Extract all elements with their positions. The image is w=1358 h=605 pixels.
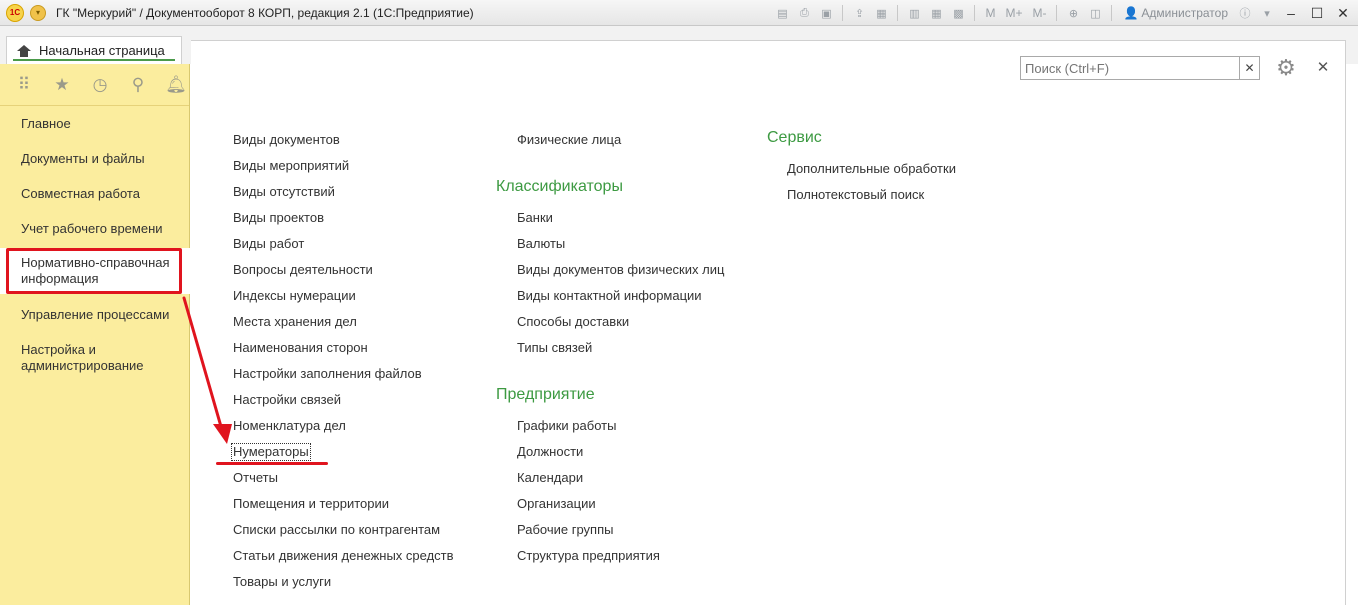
tab-home-label: Начальная страница xyxy=(39,43,165,58)
spreadsheet-icon[interactable]: ▥ xyxy=(905,4,923,22)
link-item[interactable]: Номенклатура дел xyxy=(233,418,346,434)
memory-plus-button[interactable]: M+ xyxy=(1002,6,1025,20)
section-collaboration[interactable]: Совместная работа xyxy=(0,186,190,202)
section-administration[interactable]: Настройка и администрирование xyxy=(0,342,190,374)
user-name: Администратор xyxy=(1141,6,1228,20)
bell-icon[interactable]: 🔔︎ xyxy=(164,73,188,97)
window-title-bar: 1С ▾ ГК "Меркурий" / Документооборот 8 К… xyxy=(0,0,1358,26)
history-icon[interactable]: ◷ xyxy=(88,73,112,97)
panels-icon[interactable]: ◫ xyxy=(1086,4,1104,22)
tab-home[interactable]: Начальная страница xyxy=(6,36,182,64)
group-title-service: Сервис xyxy=(767,129,822,146)
link-item[interactable]: Товары и услуги xyxy=(233,574,331,590)
link-item[interactable]: Индексы нумерации xyxy=(233,288,356,304)
calculator-icon[interactable]: ▩ xyxy=(949,4,967,22)
panel-toolbar: ⠿ ★ ◷ ⚲ 🔔︎ xyxy=(0,64,189,106)
minimize-button[interactable]: – xyxy=(1280,3,1302,23)
info-icon[interactable]: ⓘ xyxy=(1236,4,1254,22)
section-time-tracking[interactable]: Учет рабочего времени xyxy=(0,221,190,237)
link-item[interactable]: Валюты xyxy=(517,236,565,252)
annotation-underline xyxy=(216,462,328,465)
star-icon[interactable]: ★ xyxy=(50,73,74,97)
sections-panel: ⠿ ★ ◷ ⚲ 🔔︎ xyxy=(0,64,190,605)
memory-button[interactable]: M xyxy=(982,6,998,20)
link-item[interactable]: Наименования сторон xyxy=(233,340,368,356)
close-icon[interactable]: ✕ xyxy=(1314,58,1332,76)
preview-icon[interactable]: ▣ xyxy=(817,4,835,22)
separator xyxy=(1056,5,1058,21)
link-item[interactable]: Виды мероприятий xyxy=(233,158,349,174)
section-documents[interactable]: Документы и файлы xyxy=(0,151,190,167)
link-item[interactable]: Структура предприятия xyxy=(517,548,660,564)
section-main[interactable]: Главное xyxy=(0,116,190,132)
link-item[interactable]: Рабочие группы xyxy=(517,522,613,538)
current-user[interactable]: 👤 Администратор xyxy=(1119,6,1232,20)
clear-search-icon[interactable]: ✕ xyxy=(1239,56,1260,80)
link-item[interactable]: Полнотекстовый поиск xyxy=(787,187,924,203)
link-item[interactable]: Виды отсутствий xyxy=(233,184,335,200)
group-title-classifiers: Классификаторы xyxy=(496,178,623,195)
save-icon[interactable]: ▤ xyxy=(773,4,791,22)
link-item[interactable]: Способы доставки xyxy=(517,314,629,330)
separator xyxy=(1111,5,1113,21)
user-icon: 👤 xyxy=(1123,6,1139,20)
link-item[interactable]: Календари xyxy=(517,470,583,486)
close-window-button[interactable]: ✕ xyxy=(1332,3,1354,23)
separator xyxy=(842,5,844,21)
print-icon[interactable]: ⎙ xyxy=(795,4,813,22)
link-item[interactable]: Графики работы xyxy=(517,418,616,434)
memory-minus-button[interactable]: M- xyxy=(1029,6,1049,20)
link-item[interactable]: Физические лица xyxy=(517,132,621,148)
chevron-down-icon[interactable]: ▾ xyxy=(1258,4,1276,22)
link-item[interactable]: Списки рассылки по контрагентам xyxy=(233,522,440,538)
maximize-button[interactable]: ☐ xyxy=(1306,3,1328,23)
gear-icon[interactable]: ⚙ xyxy=(1271,55,1301,81)
link-item[interactable]: Организации xyxy=(517,496,596,512)
link-item[interactable]: Виды работ xyxy=(233,236,304,252)
link-item[interactable]: Банки xyxy=(517,210,553,226)
link-item[interactable]: Типы связей xyxy=(517,340,592,356)
section-processes[interactable]: Управление процессами xyxy=(0,307,190,323)
copy-icon[interactable]: ▦ xyxy=(872,4,890,22)
calendar-icon[interactable]: ▦ xyxy=(927,4,945,22)
zoom-icon[interactable]: ⊕ xyxy=(1064,4,1082,22)
separator xyxy=(974,5,976,21)
apps-icon[interactable]: ⠿ xyxy=(12,73,36,97)
main-menu-icon[interactable]: ▾ xyxy=(30,4,46,21)
link-item[interactable]: Виды документов физических лиц xyxy=(517,262,724,278)
annotation-highlight-box xyxy=(6,248,182,294)
search-icon[interactable]: ⚲ xyxy=(126,73,150,97)
link-item[interactable]: Виды контактной информации xyxy=(517,288,702,304)
link-item[interactable]: Отчеты xyxy=(233,470,278,486)
main-content xyxy=(191,40,1346,605)
home-icon xyxy=(17,44,31,57)
upload-icon[interactable]: ⇪ xyxy=(850,4,868,22)
link-item[interactable]: Статьи движения денежных средств xyxy=(233,548,454,564)
link-item[interactable]: Места хранения дел xyxy=(233,314,357,330)
link-item[interactable]: Виды проектов xyxy=(233,210,324,226)
link-item[interactable]: Настройки заполнения файлов xyxy=(233,366,422,382)
link-item-numerators[interactable]: Нумераторы xyxy=(231,443,311,461)
link-item[interactable]: Настройки связей xyxy=(233,392,341,408)
1c-logo-icon[interactable]: 1С xyxy=(6,3,24,22)
link-item[interactable]: Виды документов xyxy=(233,132,340,148)
link-item[interactable]: Вопросы деятельности xyxy=(233,262,373,278)
search-input[interactable] xyxy=(1020,56,1240,80)
window-title: ГК "Меркурий" / Документооборот 8 КОРП, … xyxy=(56,5,474,20)
link-item[interactable]: Дополнительные обработки xyxy=(787,161,956,177)
group-title-enterprise: Предприятие xyxy=(496,386,595,403)
link-item[interactable]: Должности xyxy=(517,444,583,460)
link-item[interactable]: Помещения и территории xyxy=(233,496,389,512)
separator xyxy=(897,5,899,21)
